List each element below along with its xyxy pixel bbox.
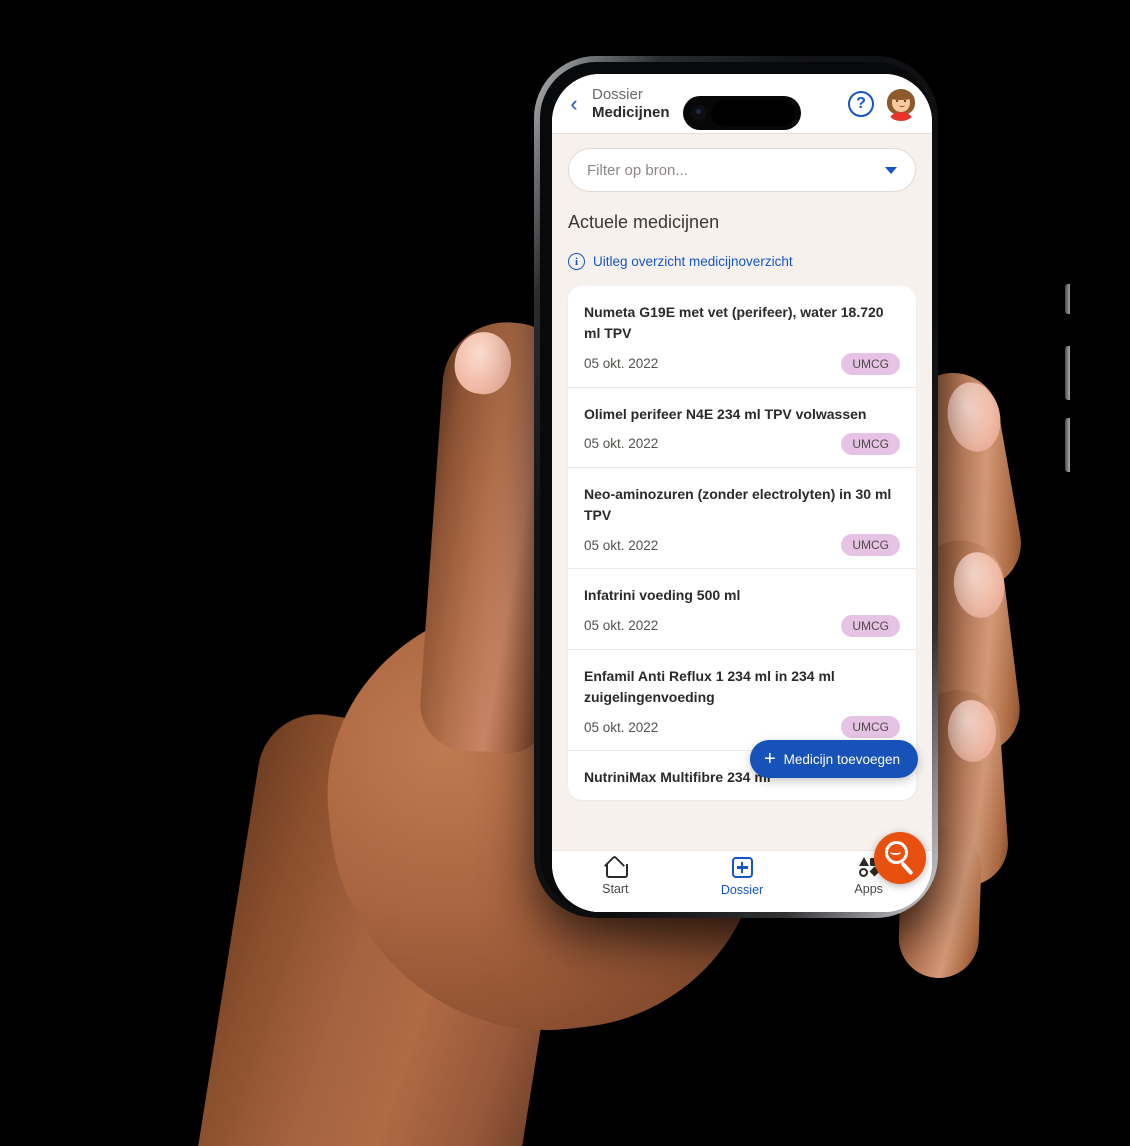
nav-label-dossier: Dossier [720,883,764,897]
medicine-name: Neo-aminozuren (zonder electrolyten) in … [584,485,892,524]
explanation-link[interactable]: i Uitleg overzicht medicijnoverzicht [568,253,916,270]
home-icon [604,857,629,878]
volume-down-button[interactable] [1065,418,1070,472]
status-badge: UMCG [841,614,900,637]
source-filter-placeholder: Filter op bron... [587,161,688,179]
explanation-link-label: Uitleg overzicht medicijnoverzicht [593,254,793,269]
triangle-shape-icon [858,857,869,866]
medicine-name: Infatrini voeding 500 ml [584,587,741,604]
magnifier-handle [900,861,914,876]
status-badge: UMCG [841,534,900,557]
medicine-name: Enfamil Anti Reflux 1 234 ml in 234 ml z… [584,667,835,705]
avatar-smile [898,104,905,107]
list-item[interactable]: Neo-aminozuren (zonder electrolyten) in … [568,468,916,570]
status-badge: UMCG [841,432,900,455]
caret-down-icon [885,166,897,174]
medicine-meta: 05 okt. 2022 UMCG [584,534,900,557]
header-actions: ? [848,86,918,121]
medicine-meta: 05 okt. 2022 UMCG [584,716,900,739]
screenshot-stage: ‹ Dossier Medicijnen ? Filter op bron...… [0,0,1130,1146]
island-pill [711,100,795,126]
silent-switch[interactable] [1065,284,1070,314]
nav-label-apps: Apps [854,882,883,896]
dynamic-island [683,96,801,130]
medicine-date: 05 okt. 2022 [584,719,659,735]
phone-device: ‹ Dossier Medicijnen ? Filter op bron...… [534,56,1070,918]
status-badge: UMCG [841,352,900,375]
add-medicine-button[interactable]: + Medicijn toevoegen [749,740,918,778]
list-item[interactable]: Infatrini voeding 500 ml 05 okt. 2022 UM… [568,569,916,650]
front-camera-icon [691,105,707,121]
medicine-list-card: Numeta G19E met vet (perifeer), water 18… [568,286,916,801]
app-header: ‹ Dossier Medicijnen ? [552,74,932,134]
medicine-meta: 05 okt. 2022 UMCG [584,432,900,455]
plus-icon: + [763,748,776,770]
bottom-navigation: Start Dossier Apps [552,832,932,912]
info-circle-icon: i [568,253,585,270]
list-item[interactable]: Numeta G19E met vet (perifeer), water 18… [568,286,916,388]
ring-fingernail [945,698,999,764]
medicine-name: Numeta G19E met vet (perifeer), water 18… [584,304,884,342]
nav-item-dossier[interactable]: Dossier [679,857,806,897]
list-item[interactable]: Olimel perifeer N4E 234 ml TPV volwassen… [568,388,916,468]
medicine-meta: 05 okt. 2022 UMCG [584,352,900,375]
phone-bezel: ‹ Dossier Medicijnen ? Filter op bron...… [540,62,932,912]
app-root: ‹ Dossier Medicijnen ? Filter op bron...… [552,74,932,912]
section-title: Actuele medicijnen [568,212,720,232]
forearm [196,705,585,1146]
medicine-date: 05 okt. 2022 [584,356,659,372]
app-body: Filter op bron... Actuele medicijnen i U… [552,134,932,850]
status-badge: UMCG [841,716,900,739]
medicine-date: 05 okt. 2022 [584,436,659,452]
source-filter-select[interactable]: Filter op bron... [568,148,916,192]
thumbnail [450,328,516,398]
back-chevron-icon[interactable]: ‹ [560,90,588,118]
volume-up-button[interactable] [1065,346,1070,400]
medicine-date: 05 okt. 2022 [584,537,659,553]
medicine-meta: 05 okt. 2022 UMCG [584,614,900,637]
magnifier-face-icon[interactable] [874,832,926,884]
avatar-fringe [890,90,912,100]
add-medicine-label: Medicijn toevoegen [783,751,900,767]
circle-shape-icon [859,868,869,877]
avatar[interactable] [884,86,918,121]
nav-item-start[interactable]: Start [552,857,679,896]
phone-screen: ‹ Dossier Medicijnen ? Filter op bron...… [552,74,932,912]
nav-label-start: Start [602,882,629,896]
medicine-date: 05 okt. 2022 [584,618,659,634]
index-fingernail [941,377,1007,457]
plus-square-icon [731,857,753,878]
help-icon[interactable]: ? [848,90,874,117]
list-item[interactable]: Enfamil Anti Reflux 1 234 ml in 234 ml z… [568,650,916,752]
magnifier-smile [890,849,901,855]
middle-fingernail [949,548,1009,622]
medicine-name: Olimel perifeer N4E 234 ml TPV volwassen [584,405,867,422]
